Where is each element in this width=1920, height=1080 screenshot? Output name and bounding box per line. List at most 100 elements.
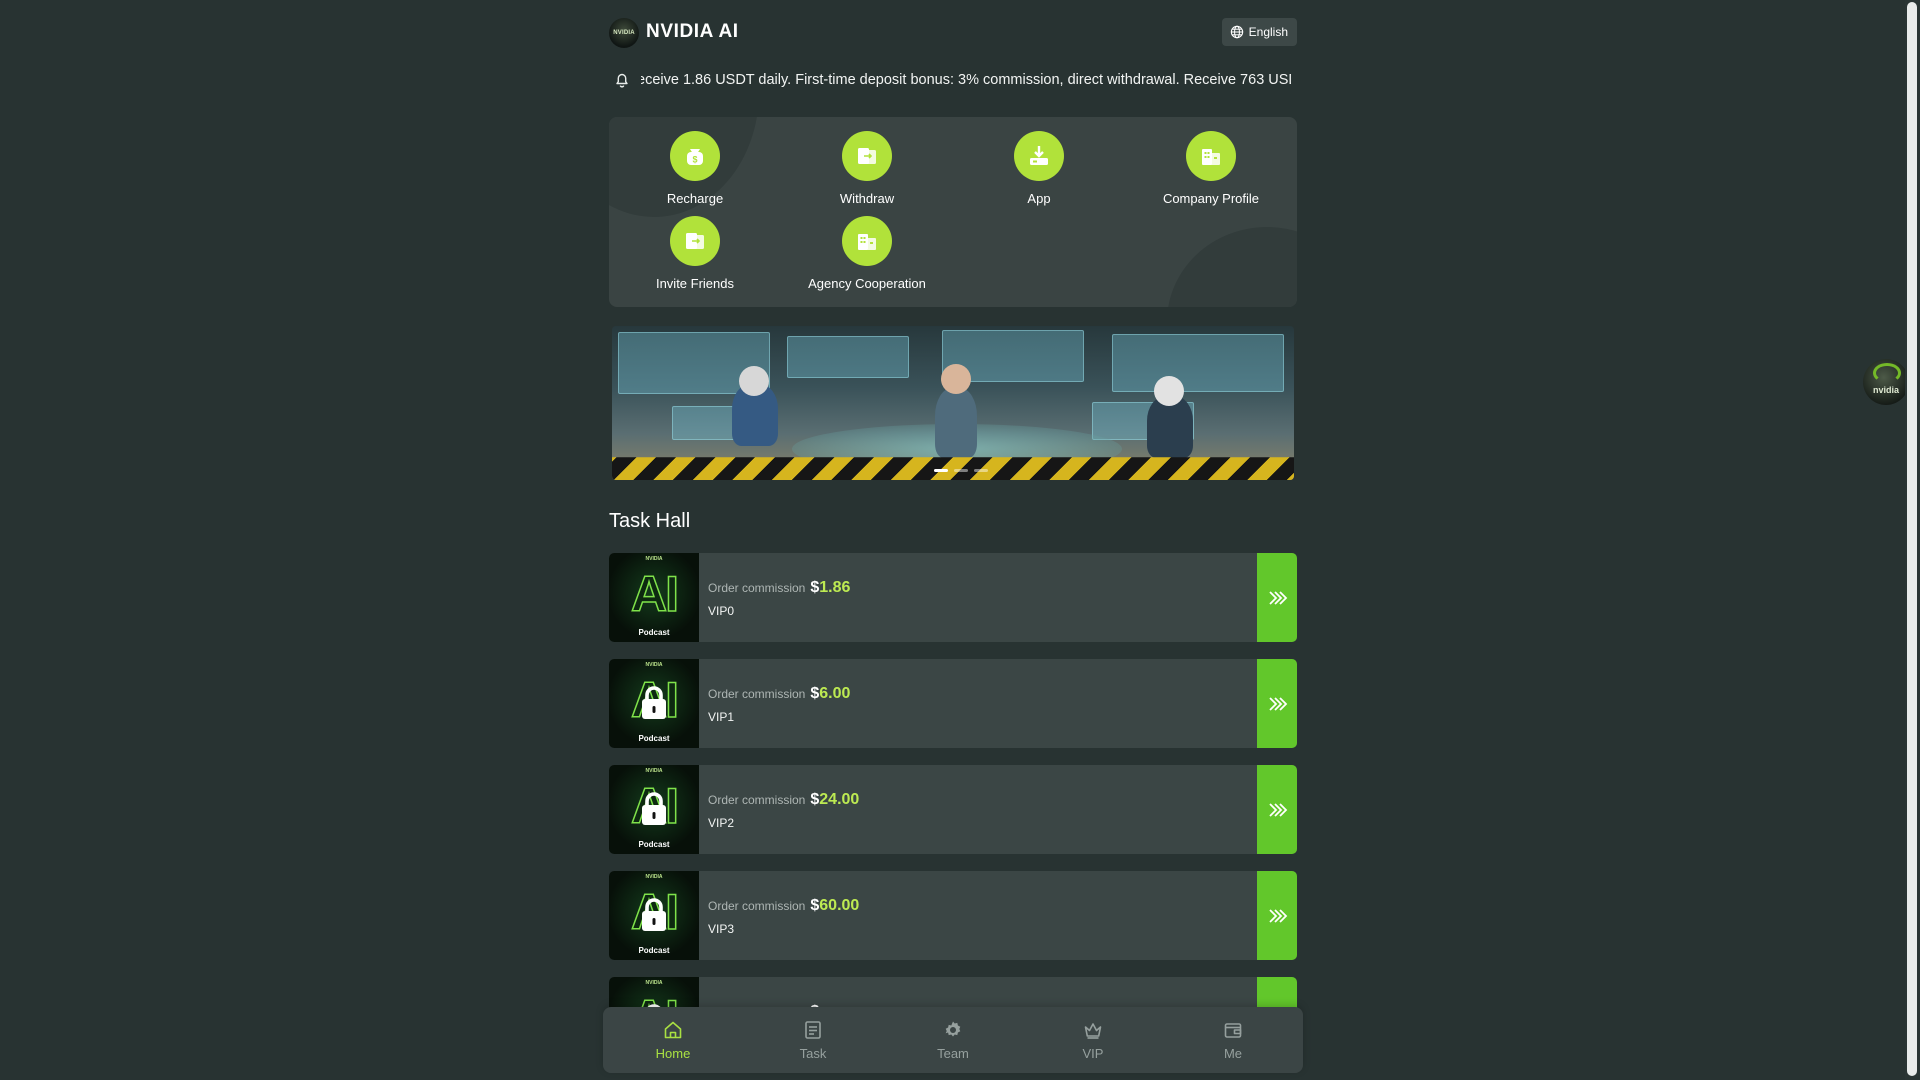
header: NVIDIA NVIDIA AI English — [609, 14, 1297, 50]
bell-icon — [616, 73, 628, 88]
notice-bar: eceive 1.86 USDT daily. First-time depos… — [609, 68, 1297, 94]
tab-home[interactable]: Home — [603, 1007, 743, 1073]
banner-figure — [935, 388, 977, 458]
double-chevron-right-icon — [1269, 696, 1288, 711]
menu-label: Invite Friends — [655, 276, 735, 291]
promo-banner[interactable] — [612, 326, 1294, 480]
commission-value: $60.00 — [810, 897, 859, 915]
commission-value: $6.00 — [810, 685, 850, 703]
banner-screen — [787, 336, 909, 378]
task-info: Order commission $1.86 VIP0 — [708, 579, 850, 618]
recharge-icon-circle: $ — [670, 131, 720, 181]
double-chevron-right-icon — [1269, 908, 1288, 923]
thumb-brand: NVIDIA — [645, 662, 663, 668]
wallet-exchange-icon — [686, 233, 704, 249]
task-info: Order commission $6.00 VIP1 — [708, 685, 850, 724]
tab-label: Home — [655, 1046, 691, 1061]
task-row[interactable]: NVIDIAAIPodcast Order commission $24.00 VIP… — [609, 765, 1297, 854]
task-go-button[interactable] — [1257, 765, 1297, 854]
commission-label: Order commission — [708, 581, 806, 595]
banner-screen — [1112, 334, 1284, 392]
notice-marquee: eceive 1.86 USDT daily. First-time depos… — [641, 68, 1291, 94]
nvidia-logo[interactable]: NVIDIA — [609, 18, 639, 48]
menu-label: Agency Cooperation — [808, 276, 926, 291]
tab-label: VIP — [1082, 1046, 1104, 1061]
language-label: English — [1248, 25, 1288, 39]
tab-vip[interactable]: VIP — [1023, 1007, 1163, 1073]
menu-company-profile[interactable]: Company Profile — [1125, 117, 1297, 206]
logo-text: NVIDIA — [613, 30, 635, 36]
menu-decoration — [1167, 227, 1297, 307]
menu-invite-friends[interactable]: Invite Friends — [609, 202, 781, 291]
task-hall-title: Task Hall — [609, 510, 691, 532]
banner-dot[interactable] — [974, 469, 988, 472]
task-list: NVIDIA AI Podcast Order commission $1.86 VIP0… — [609, 553, 1297, 1080]
commission-label: Order commission — [708, 793, 806, 807]
agency-icon-circle — [842, 216, 892, 266]
thumb-brand: NVIDIA — [645, 874, 663, 880]
language-button[interactable]: English — [1221, 18, 1297, 46]
menu-withdraw[interactable]: Withdraw — [781, 117, 953, 206]
banner-figure-head — [1154, 376, 1184, 406]
thumb-brand: NVIDIA — [645, 980, 663, 986]
thumb-ai-letters: AI — [630, 566, 680, 622]
gear-icon — [945, 1021, 961, 1037]
task-thumbnail: NVIDIAAIPodcast — [609, 765, 699, 854]
menu-agency-cooperation[interactable]: Agency Cooperation — [781, 202, 953, 291]
quick-menu: $ Recharge Withdraw App Company Profile … — [609, 117, 1297, 307]
double-chevron-right-icon — [1269, 590, 1288, 605]
menu-recharge[interactable]: $ Recharge — [609, 117, 781, 206]
thumb-brand: NVIDIA — [645, 556, 663, 562]
task-info: Order commission $24.00 VIP2 — [708, 791, 859, 830]
task-thumbnail: NVIDIAAIPodcast — [609, 871, 699, 960]
commission-label: Order commission — [708, 687, 806, 701]
banner-dot[interactable] — [954, 469, 968, 472]
app-page: NVIDIA NVIDIA AI English eceive 1.86 USD… — [0, 0, 1920, 1080]
thumb-brand: NVIDIA — [645, 768, 663, 774]
banner-pagination — [934, 469, 988, 472]
tab-label: Team — [937, 1046, 969, 1061]
thumb-caption: Podcast — [638, 946, 670, 955]
currency-symbol: $ — [810, 579, 820, 596]
scrollbar-thumb[interactable] — [1907, 2, 1917, 1076]
banner-dot[interactable] — [934, 469, 948, 472]
banner-figure-head — [941, 364, 971, 394]
task-go-button[interactable] — [1257, 553, 1297, 642]
app-icon-circle — [1014, 131, 1064, 181]
page-scrollbar[interactable] — [1905, 0, 1920, 1080]
svg-text:$: $ — [692, 155, 697, 165]
menu-label: App — [1027, 191, 1051, 206]
commission-label: Order commission — [708, 899, 806, 913]
task-row[interactable]: NVIDIAAIPodcast Order commission $6.00 VIP1 — [609, 659, 1297, 748]
commission-value: $24.00 — [810, 791, 859, 809]
tab-team[interactable]: Team — [883, 1007, 1023, 1073]
vip-level: VIP2 — [708, 816, 735, 830]
notice-text: eceive 1.86 USDT daily. First-time depos… — [641, 72, 1291, 88]
double-chevron-right-icon — [1269, 802, 1288, 817]
globe-icon — [1230, 25, 1243, 39]
task-info: Order commission $60.00 VIP3 — [708, 897, 859, 936]
task-list-icon — [805, 1021, 821, 1039]
withdraw-icon-circle — [842, 131, 892, 181]
building-icon — [1202, 149, 1220, 165]
task-go-button[interactable] — [1257, 659, 1297, 748]
task-go-button[interactable] — [1257, 871, 1297, 960]
currency-symbol: $ — [810, 897, 820, 914]
commission-amount: 6.00 — [819, 685, 851, 702]
tab-me[interactable]: Me — [1163, 1007, 1303, 1073]
task-row[interactable]: NVIDIAAIPodcast Order commission $60.00 VIP… — [609, 871, 1297, 960]
vip-level: VIP0 — [708, 604, 735, 618]
home-icon — [664, 1021, 682, 1039]
avatar-text: nvidia — [1872, 385, 1899, 395]
menu-app[interactable]: App — [953, 117, 1125, 206]
bottom-tabbar: Home Task Team VIP Me — [603, 1007, 1303, 1073]
money-bag-icon: $ — [687, 149, 703, 165]
vip-level: VIP3 — [708, 922, 735, 936]
tab-task[interactable]: Task — [743, 1007, 883, 1073]
task-row[interactable]: NVIDIA AI Podcast Order commission $1.86 VIP0 — [609, 553, 1297, 642]
banner-figure-head — [739, 366, 769, 396]
currency-symbol: $ — [810, 791, 820, 808]
floating-service-avatar[interactable]: nvidia — [1863, 359, 1909, 405]
tab-label: Me — [1223, 1046, 1243, 1061]
lock-icon — [642, 686, 666, 719]
